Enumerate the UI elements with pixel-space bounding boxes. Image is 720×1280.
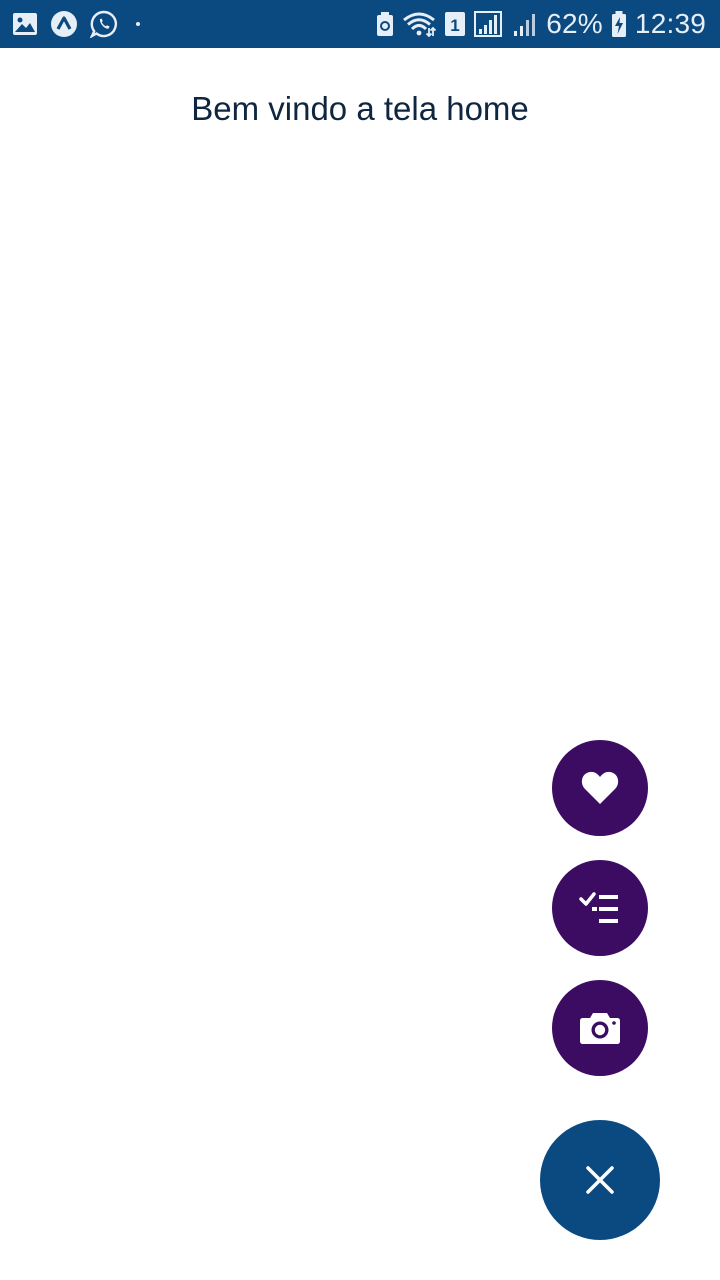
close-icon	[584, 1164, 616, 1196]
page-title: Bem vindo a tela home	[191, 90, 529, 127]
wifi-icon	[402, 10, 437, 38]
status-bar-left	[12, 10, 140, 38]
favorite-action-button[interactable]	[552, 740, 648, 836]
status-bar-right: 1 62% 12:39	[368, 8, 706, 40]
battery-percent: 62%	[546, 8, 603, 39]
sim-slot-label: 1	[451, 16, 460, 35]
close-menu-button[interactable]	[540, 1120, 660, 1240]
battery-charging-icon	[611, 10, 627, 38]
home-screen: 1 62% 12:39 Bem vindo a tela home	[0, 0, 720, 1280]
checklist-icon	[579, 890, 621, 926]
dot-icon	[136, 22, 140, 26]
battery-saver-icon	[376, 11, 394, 37]
gallery-icon	[12, 12, 38, 36]
signal-2-icon	[512, 10, 538, 38]
status-bar: 1 62% 12:39	[0, 0, 720, 48]
checklist-action-button[interactable]	[552, 860, 648, 956]
app-a-icon	[50, 10, 78, 38]
camera-action-button[interactable]	[552, 980, 648, 1076]
heart-icon	[580, 770, 620, 806]
clock-time: 12:39	[634, 8, 706, 39]
signal-1-icon	[474, 10, 504, 38]
camera-icon	[579, 1011, 621, 1045]
whatsapp-icon	[90, 10, 118, 38]
sim-1-icon: 1	[444, 11, 466, 37]
